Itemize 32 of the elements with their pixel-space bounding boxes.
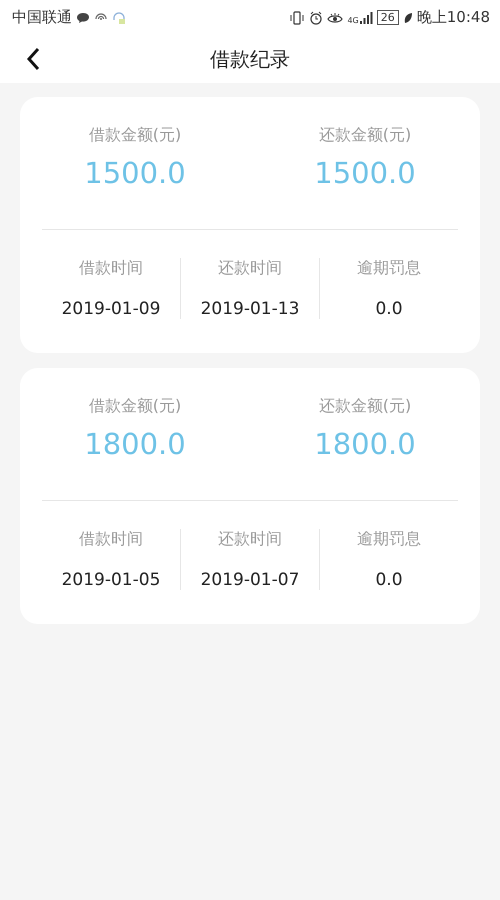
field-label: 还款时间	[218, 529, 282, 550]
chat-bubble-icon	[76, 12, 90, 24]
alarm-icon	[309, 10, 324, 24]
carrier-name: 中国联通	[12, 8, 72, 27]
field-label: 还款金额(元)	[318, 396, 412, 417]
field-value: 2019-01-07	[200, 570, 300, 590]
signal-icon	[358, 12, 373, 24]
field-label: 借款时间	[79, 258, 143, 279]
vibrate-icon	[289, 10, 306, 24]
field-label: 还款金额(元)	[318, 125, 412, 146]
amount-value: 1800.0	[314, 427, 416, 461]
field-value: 0.0	[375, 299, 403, 319]
battery-level: 26	[376, 10, 399, 25]
amount-value: 1500.0	[314, 156, 416, 190]
back-button[interactable]	[24, 45, 42, 73]
network-type: 4G	[347, 16, 359, 25]
clock-time: 晚上10:48	[416, 8, 490, 27]
field-label: 还款时间	[218, 258, 282, 279]
field-label: 逾期罚息	[357, 258, 421, 279]
field-value: 2019-01-09	[62, 299, 160, 319]
field-label: 借款金额(元)	[88, 125, 182, 146]
field-label: 借款时间	[79, 529, 143, 550]
amount-value: 1500.0	[84, 156, 186, 190]
field-value: 2019-01-13	[200, 299, 300, 319]
field-value: 0.0	[375, 570, 403, 590]
amount-value: 1800.0	[84, 427, 186, 461]
field-label: 借款金额(元)	[88, 396, 182, 417]
field-label: 逾期罚息	[357, 529, 421, 550]
page-title: 借款纪录	[210, 46, 290, 72]
field-value: 2019-01-05	[62, 570, 160, 590]
leaf-icon	[402, 12, 413, 24]
eye-icon	[327, 10, 344, 24]
